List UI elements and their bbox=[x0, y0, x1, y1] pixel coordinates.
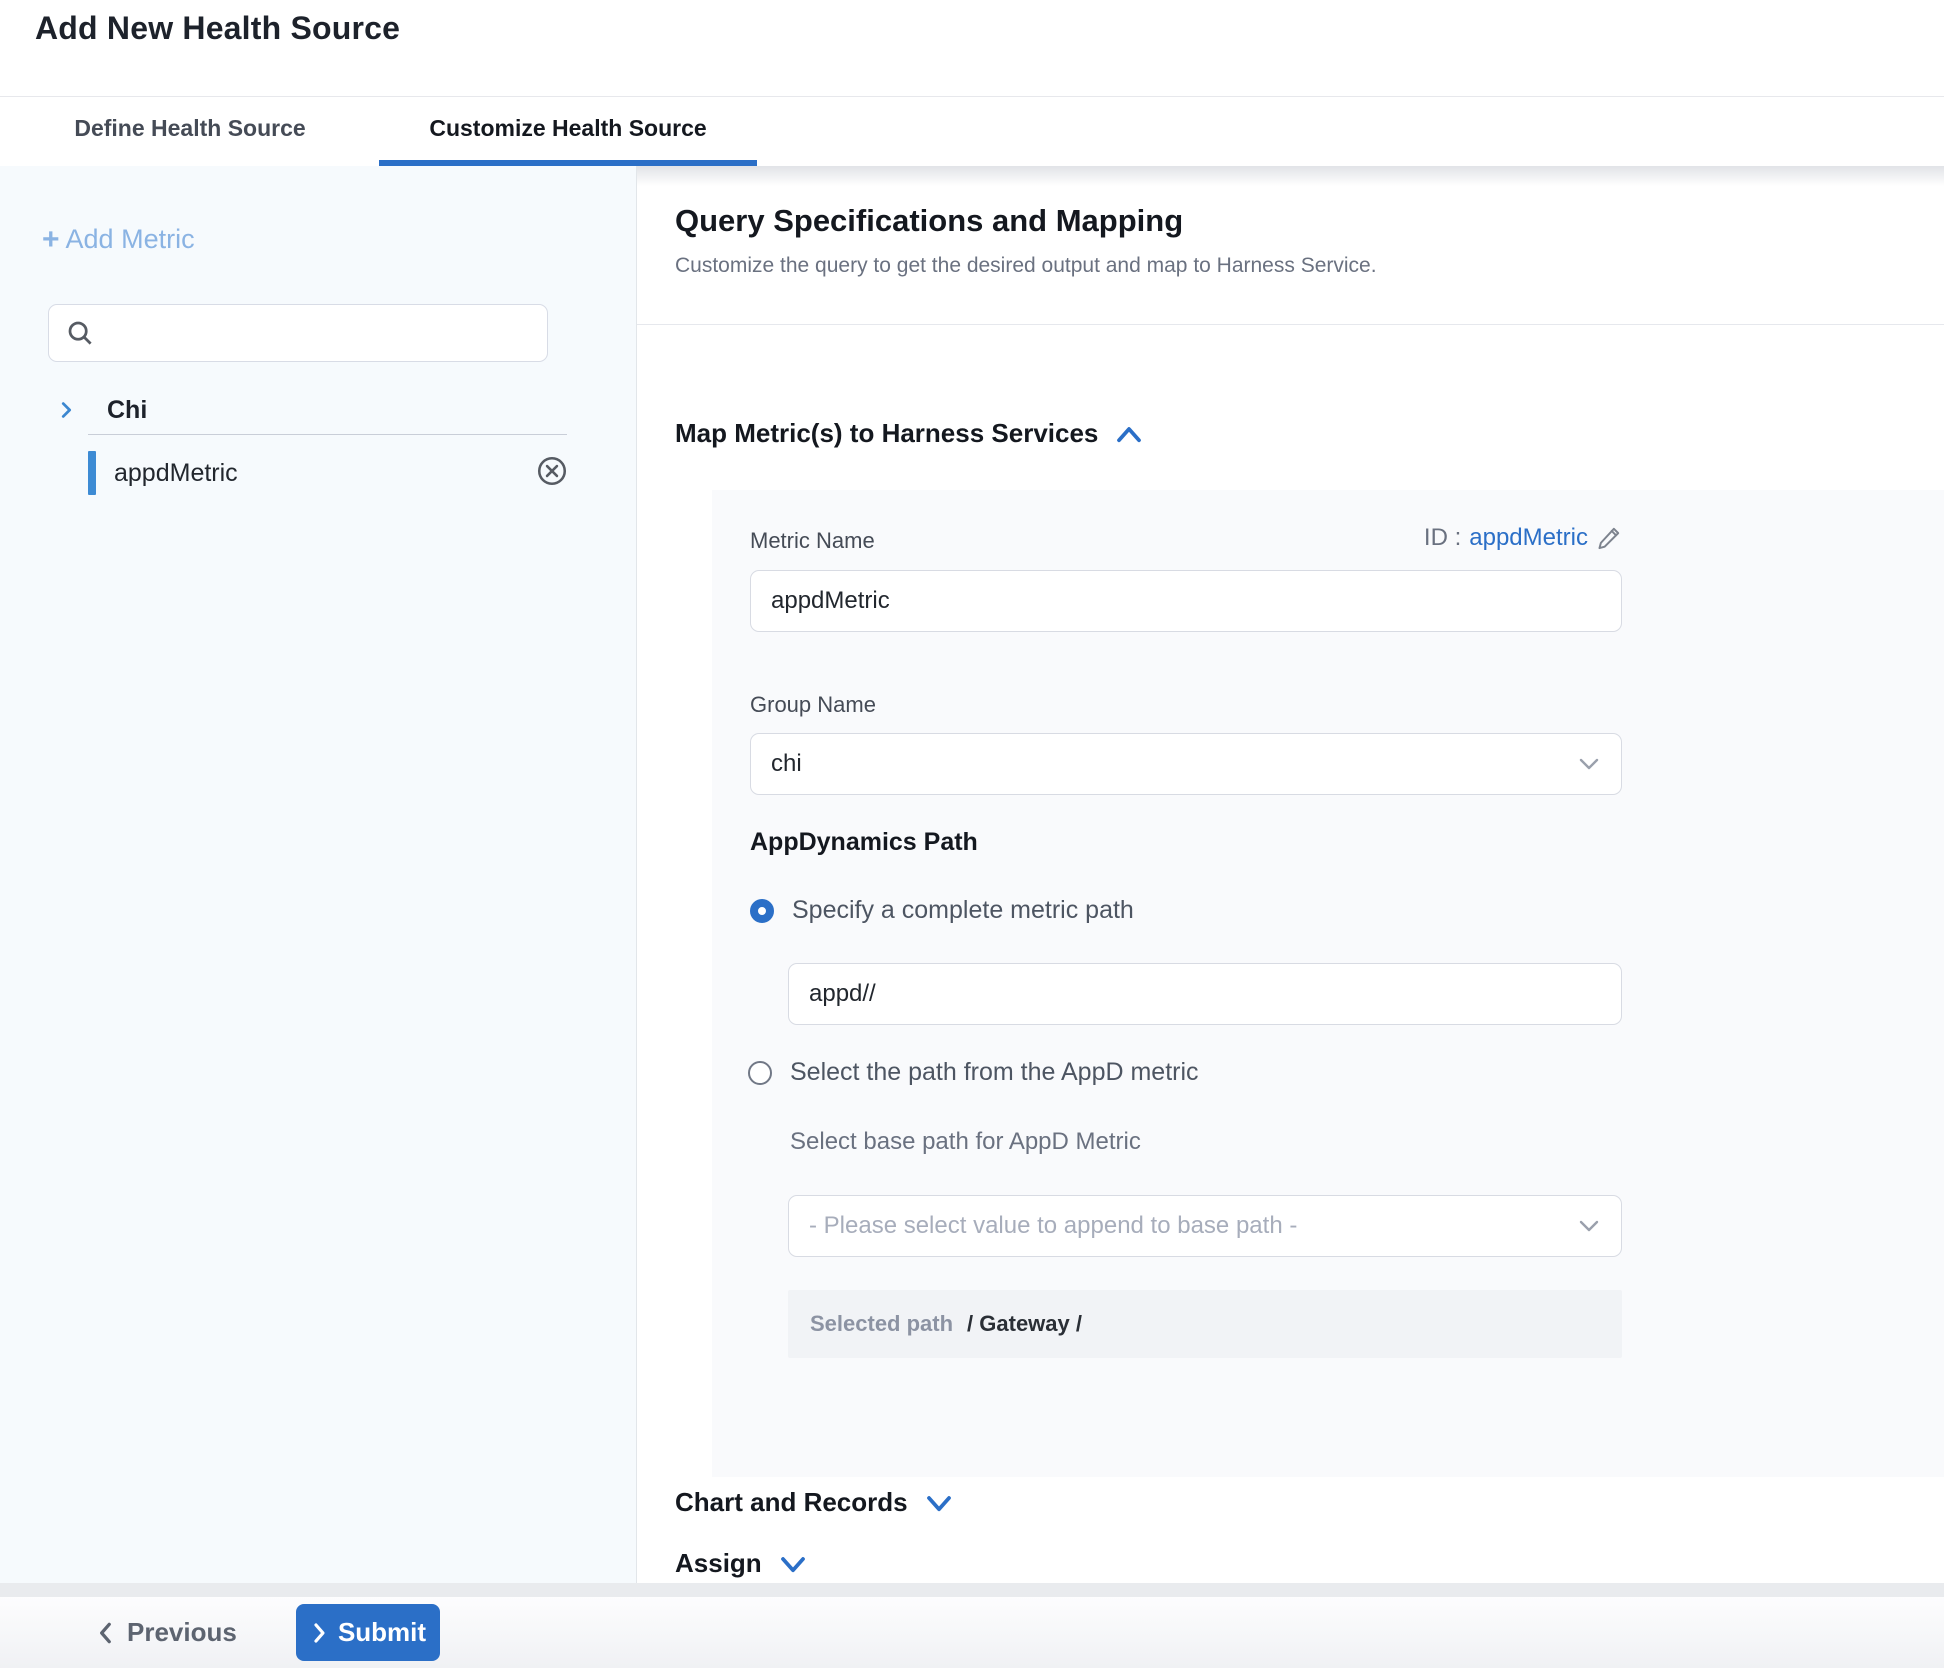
chevron-up-icon bbox=[1114, 423, 1144, 445]
section-assign-title: Assign bbox=[675, 1548, 762, 1579]
radio-select-path-from-appd[interactable]: Select the path from the AppD metric bbox=[748, 1058, 1199, 1087]
chevron-down-icon bbox=[778, 1553, 808, 1575]
section-map-metrics-toggle[interactable]: Map Metric(s) to Harness Services bbox=[675, 418, 1144, 449]
section-map-metrics-title: Map Metric(s) to Harness Services bbox=[675, 418, 1098, 449]
radio-complete-metric-path-label: Specify a complete metric path bbox=[792, 896, 1134, 925]
tab-define-label: Define Health Source bbox=[74, 115, 305, 142]
tab-customize-label: Customize Health Source bbox=[429, 115, 706, 142]
appdynamics-path-label: AppDynamics Path bbox=[750, 828, 978, 857]
main-heading: Query Specifications and Mapping bbox=[675, 203, 1183, 239]
base-path-select[interactable]: - Please select value to append to base … bbox=[788, 1195, 1622, 1257]
group-name-select[interactable]: chi bbox=[750, 733, 1622, 795]
chevron-down-icon bbox=[1577, 1217, 1601, 1235]
footer-bar: Previous Submit bbox=[0, 1597, 1944, 1668]
chevron-down-icon bbox=[924, 1492, 954, 1514]
metric-name-label: Metric Name bbox=[750, 528, 875, 554]
dialog-header: Add New Health Source bbox=[0, 0, 1944, 97]
section-chart-records-title: Chart and Records bbox=[675, 1487, 908, 1518]
search-icon bbox=[65, 318, 95, 348]
chevron-right-icon bbox=[55, 399, 77, 421]
selected-path-label: Selected path bbox=[810, 1311, 953, 1337]
radio-complete-metric-path[interactable]: Specify a complete metric path bbox=[750, 896, 1134, 925]
complete-metric-path-input[interactable] bbox=[788, 963, 1622, 1025]
plus-icon: + bbox=[42, 225, 60, 255]
metric-group-label: Chi bbox=[107, 396, 147, 425]
page-title: Add New Health Source bbox=[35, 10, 400, 47]
header-divider bbox=[637, 324, 1944, 325]
selected-path-box: Selected path / Gateway / bbox=[788, 1290, 1622, 1358]
chevron-down-icon bbox=[1577, 755, 1601, 773]
radio-unselected-icon bbox=[748, 1061, 772, 1085]
radio-selected-icon bbox=[750, 899, 774, 923]
previous-button-label: Previous bbox=[127, 1617, 237, 1648]
chevron-right-icon bbox=[310, 1621, 328, 1645]
tab-bar: Define Health Source Customize Health So… bbox=[0, 97, 1944, 166]
selected-path-value: / Gateway / bbox=[967, 1311, 1082, 1337]
metric-id-value[interactable]: appdMetric bbox=[1469, 524, 1588, 552]
metric-search-input[interactable] bbox=[48, 304, 548, 362]
metric-item-label: appdMetric bbox=[114, 459, 238, 488]
pencil-icon[interactable] bbox=[1596, 525, 1622, 551]
group-name-value: chi bbox=[771, 750, 802, 778]
metric-id-prefix: ID : bbox=[1424, 524, 1461, 552]
section-assign-toggle[interactable]: Assign bbox=[675, 1548, 808, 1579]
base-path-placeholder: - Please select value to append to base … bbox=[809, 1212, 1297, 1240]
group-divider bbox=[88, 434, 567, 435]
metric-list-item-appdmetric[interactable]: appdMetric bbox=[0, 448, 600, 498]
group-name-label: Group Name bbox=[750, 692, 876, 718]
metric-group-chi[interactable]: Chi bbox=[0, 388, 560, 432]
base-path-label: Select base path for AppD Metric bbox=[790, 1128, 1141, 1156]
footer-divider-strip bbox=[0, 1583, 1944, 1597]
submit-button[interactable]: Submit bbox=[296, 1604, 440, 1661]
metric-id-row: ID : appdMetric bbox=[1424, 524, 1622, 552]
metrics-sidebar: + Add Metric Chi appdMetric bbox=[0, 166, 637, 1597]
tab-define-health-source[interactable]: Define Health Source bbox=[40, 97, 340, 160]
main-subheading: Customize the query to get the desired o… bbox=[675, 254, 1377, 278]
tab-customize-health-source[interactable]: Customize Health Source bbox=[372, 97, 764, 160]
map-metrics-card: Metric Name ID : appdMetric Group Name c… bbox=[712, 490, 1944, 1477]
previous-button[interactable]: Previous bbox=[95, 1597, 237, 1668]
radio-select-path-label: Select the path from the AppD metric bbox=[790, 1058, 1199, 1087]
add-metric-label: Add Metric bbox=[66, 224, 195, 255]
circle-x-icon[interactable] bbox=[535, 454, 569, 488]
add-metric-button[interactable]: + Add Metric bbox=[42, 224, 195, 255]
selected-metric-indicator bbox=[88, 451, 96, 495]
chevron-left-icon bbox=[95, 1620, 117, 1646]
add-health-source-dialog: Add New Health Source Define Health Sour… bbox=[0, 0, 1944, 1668]
metric-name-input[interactable] bbox=[750, 570, 1622, 632]
section-chart-records-toggle[interactable]: Chart and Records bbox=[675, 1487, 954, 1518]
submit-button-label: Submit bbox=[338, 1617, 426, 1648]
